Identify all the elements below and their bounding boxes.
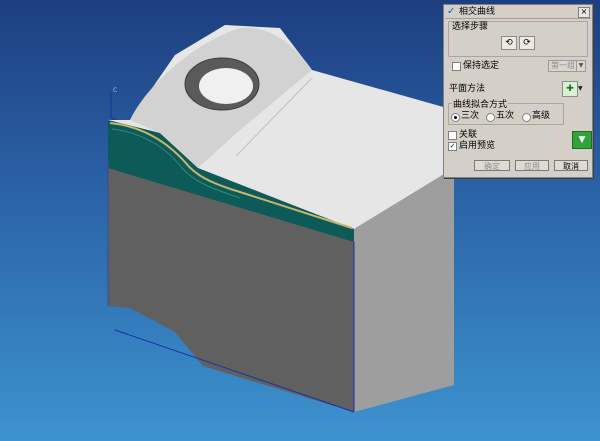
preview-label: 启用预览 xyxy=(459,141,496,151)
plane-menu-chevron-icon[interactable]: ▼ xyxy=(578,85,583,92)
plane-tool-icon[interactable]: ✚ xyxy=(562,81,578,97)
second-face-icon[interactable]: ⟳ xyxy=(519,36,535,50)
curve-fit-label: 曲线拟合方式 xyxy=(452,100,509,110)
chevron-down-icon: ▼ xyxy=(576,61,585,71)
set-dropdown[interactable]: 第一组 ▼ xyxy=(548,60,586,72)
set-dropdown-value: 第一组 xyxy=(551,61,575,70)
preview-checkbox[interactable]: ✓ xyxy=(448,142,457,151)
associate-checkbox[interactable] xyxy=(448,131,457,140)
associate-label: 关联 xyxy=(459,130,478,140)
radio-advanced[interactable] xyxy=(522,113,531,122)
select-step-label: 选择步骤 xyxy=(452,22,489,32)
cancel-button[interactable]: 取消 xyxy=(554,160,588,171)
intersection-curve-dialog[interactable]: ✓ 相交曲线 × 选择步骤 ⟲ ⟳ 保持选定 第一组 ▼ 平面方法 ✚ ▼ 曲线… xyxy=(443,4,593,178)
expand-more-icon[interactable]: ▼ xyxy=(572,131,592,149)
ok-button[interactable]: 确定 xyxy=(474,160,510,171)
close-button[interactable]: × xyxy=(578,7,590,18)
apply-button[interactable]: 应用 xyxy=(515,160,549,171)
radio-cubic[interactable] xyxy=(451,113,460,122)
axis-label: C xyxy=(113,87,117,94)
plane-method-label: 平面方法 xyxy=(449,84,486,94)
radio-cubic-label: 三次 xyxy=(461,111,480,121)
radio-advanced-label: 高级 xyxy=(532,111,551,121)
hole-inner-wall xyxy=(199,68,253,104)
keep-selected-checkbox[interactable] xyxy=(452,62,461,71)
first-face-icon[interactable]: ⟲ xyxy=(501,36,517,50)
radio-quintic-label: 五次 xyxy=(496,111,515,121)
dialog-app-icon: ✓ xyxy=(447,6,456,17)
keep-selected-label: 保持选定 xyxy=(463,61,500,71)
dialog-titlebar[interactable]: ✓ 相交曲线 × xyxy=(445,6,591,19)
dialog-title: 相交曲线 xyxy=(459,7,496,17)
radio-quintic[interactable] xyxy=(486,113,495,122)
